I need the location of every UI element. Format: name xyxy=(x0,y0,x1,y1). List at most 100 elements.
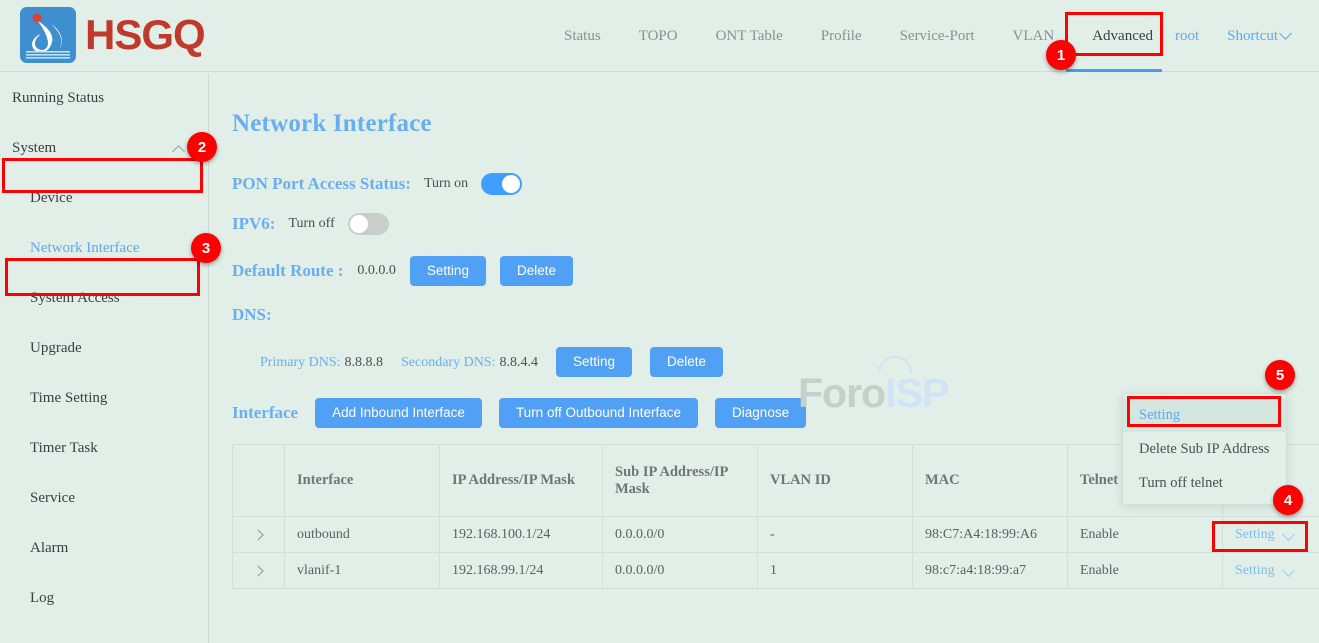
default-route-setting-button[interactable]: Setting xyxy=(410,256,486,286)
turn-off-outbound-interface-button[interactable]: Turn off Outbound Interface xyxy=(499,398,698,428)
nav-item-status[interactable]: Status xyxy=(545,0,620,72)
sidebar-item-system-access[interactable]: System Access xyxy=(0,273,208,323)
sidebar-item-log[interactable]: Log xyxy=(0,573,208,623)
chevron-right-icon[interactable] xyxy=(253,529,265,541)
row-setting-dropdown-trigger[interactable]: Setting xyxy=(1235,527,1307,543)
chevron-down-icon xyxy=(1280,27,1293,40)
brand-name: HSGQ xyxy=(85,14,205,56)
pon-toggle[interactable] xyxy=(481,173,522,195)
sidebar-item-label: Network Interface xyxy=(30,240,140,257)
dns-label: DNS: xyxy=(232,305,272,325)
row-setting-label: Setting xyxy=(1235,563,1275,579)
nav-item-advanced[interactable]: Advanced xyxy=(1073,0,1172,72)
default-route-row: Default Route : 0.0.0.0 Setting Delete xyxy=(232,256,573,286)
cell-sub-ip-address: 0.0.0.0/0 xyxy=(603,517,758,553)
nav-item-service-port[interactable]: Service-Port xyxy=(881,0,994,72)
table-row[interactable]: vlanif-1 192.168.99.1/24 0.0.0.0/0 1 98:… xyxy=(233,553,1319,589)
user-name-link[interactable]: root xyxy=(1163,28,1211,45)
secondary-dns-value: 8.8.4.4 xyxy=(500,355,539,370)
sidebar-item-system[interactable]: System xyxy=(0,123,208,173)
top-header: HSGQ Status TOPO ONT Table Profile Servi… xyxy=(0,0,1319,72)
pon-state-text: Turn on xyxy=(424,176,468,192)
sidebar-item-device[interactable]: Device xyxy=(0,173,208,223)
sidebar-item-alarm[interactable]: Alarm xyxy=(0,523,208,573)
cell-telnet-status: Enable xyxy=(1068,553,1223,589)
cell-ip-address: 192.168.100.1/24 xyxy=(440,517,603,553)
toggle-knob xyxy=(502,175,520,193)
diagnose-button[interactable]: Diagnose xyxy=(715,398,806,428)
cell-vlan-id: - xyxy=(758,517,913,553)
sidebar-item-label: Running Status xyxy=(12,90,104,107)
dropdown-item-turn-off-telnet[interactable]: Turn off telnet xyxy=(1123,466,1286,500)
toggle-knob xyxy=(350,215,368,233)
nav-item-profile[interactable]: Profile xyxy=(802,0,881,72)
cell-interface: vlanif-1 xyxy=(285,553,440,589)
column-header-mac: MAC xyxy=(913,445,1068,517)
page-title: Network Interface xyxy=(232,110,432,138)
sidebar-item-timer-task[interactable]: Timer Task xyxy=(0,423,208,473)
watermark: ForoISP xyxy=(798,370,948,417)
cell-interface: outbound xyxy=(285,517,440,553)
default-route-delete-button[interactable]: Delete xyxy=(500,256,573,286)
cell-telnet-status: Enable xyxy=(1068,517,1223,553)
column-header-expand xyxy=(233,445,285,517)
row-action-dropdown-menu: Setting Delete Sub IP Address Turn off t… xyxy=(1122,393,1287,505)
secondary-dns-group: Secondary DNS: 8.8.4.4 xyxy=(401,353,538,371)
sidebar-item-upgrade[interactable]: Upgrade xyxy=(0,323,208,373)
pon-port-access-status-row: PON Port Access Status: Turn on xyxy=(232,173,522,195)
wifi-arc-icon xyxy=(878,356,912,373)
row-setting-label: Setting xyxy=(1235,527,1275,543)
table-body: outbound 192.168.100.1/24 0.0.0.0/0 - 98… xyxy=(233,517,1319,589)
cell-action[interactable]: Setting xyxy=(1223,517,1319,553)
chevron-right-icon[interactable] xyxy=(253,565,265,577)
cell-mac: 98:C7:A4:18:99:A6 xyxy=(913,517,1068,553)
row-setting-dropdown-trigger[interactable]: Setting xyxy=(1235,563,1307,579)
column-header-vlan-id: VLAN ID xyxy=(758,445,913,517)
dns-row: Primary DNS: 8.8.8.8 Secondary DNS: 8.8.… xyxy=(260,347,723,377)
cell-ip-address: 192.168.99.1/24 xyxy=(440,553,603,589)
shortcut-menu[interactable]: Shortcut xyxy=(1215,27,1305,45)
default-route-value: 0.0.0.0 xyxy=(357,263,396,279)
ipv6-label: IPV6: xyxy=(232,214,275,234)
cell-sub-ip-address: 0.0.0.0/0 xyxy=(603,553,758,589)
dropdown-item-delete-sub-ip-address[interactable]: Delete Sub IP Address xyxy=(1123,432,1286,466)
primary-dns-group: Primary DNS: 8.8.8.8 xyxy=(260,353,383,371)
sidebar-item-label: Alarm xyxy=(30,540,68,557)
sidebar-item-label: System Access xyxy=(30,290,120,307)
primary-dns-value: 8.8.8.8 xyxy=(345,355,384,370)
active-tab-underline xyxy=(1066,69,1162,72)
sidebar-item-label: Timer Task xyxy=(30,440,98,457)
table-row[interactable]: outbound 192.168.100.1/24 0.0.0.0/0 - 98… xyxy=(233,517,1319,553)
brand-logo[interactable]: HSGQ xyxy=(20,7,205,63)
hsgq-droplet-logo-icon xyxy=(20,7,76,63)
dns-delete-button[interactable]: Delete xyxy=(650,347,723,377)
ipv6-row: IPV6: Turn off xyxy=(232,213,389,235)
cell-action[interactable]: Setting xyxy=(1223,553,1319,589)
ipv6-toggle[interactable] xyxy=(348,213,389,235)
sidebar-item-network-interface[interactable]: Network Interface xyxy=(0,223,208,273)
sidebar-item-time-setting[interactable]: Time Setting xyxy=(0,373,208,423)
row-expand-cell[interactable] xyxy=(233,553,285,589)
sidebar-item-label: Log xyxy=(30,590,54,607)
row-expand-cell[interactable] xyxy=(233,517,285,553)
secondary-dns-label: Secondary DNS: xyxy=(401,355,496,370)
nav-item-ont-table[interactable]: ONT Table xyxy=(697,0,802,72)
cell-vlan-id: 1 xyxy=(758,553,913,589)
chevron-down-icon xyxy=(1283,565,1295,577)
default-route-label: Default Route : xyxy=(232,261,343,281)
pon-label: PON Port Access Status: xyxy=(232,174,411,194)
shortcut-label: Shortcut xyxy=(1227,28,1278,44)
dropdown-item-setting[interactable]: Setting xyxy=(1123,398,1286,432)
dns-setting-button[interactable]: Setting xyxy=(556,347,632,377)
sidebar: Running Status System Device Network Int… xyxy=(0,73,209,643)
nav-item-vlan[interactable]: VLAN xyxy=(994,0,1074,72)
sidebar-item-label: Device xyxy=(30,190,72,207)
main-content: ForoISP Network Interface PON Port Acces… xyxy=(210,73,1319,643)
nav-item-topo[interactable]: TOPO xyxy=(620,0,697,72)
sidebar-item-service[interactable]: Service xyxy=(0,473,208,523)
ipv6-state-text: Turn off xyxy=(288,216,334,232)
chevron-up-icon xyxy=(174,144,186,156)
sidebar-item-running-status[interactable]: Running Status xyxy=(0,73,208,123)
watermark-part-isp: ISP xyxy=(885,370,948,416)
add-inbound-interface-button[interactable]: Add Inbound Interface xyxy=(315,398,482,428)
